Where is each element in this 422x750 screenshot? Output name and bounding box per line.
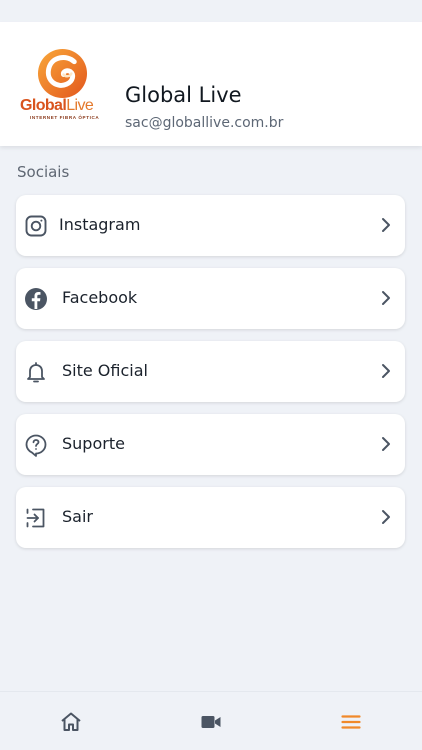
chevron-right-icon xyxy=(382,510,390,524)
logo-wordmark: GlobalLive xyxy=(20,97,94,115)
chevron-right-icon xyxy=(382,437,390,451)
logo-brand-bold: Global xyxy=(20,97,67,114)
menu-item-label: Facebook xyxy=(62,288,138,307)
bell-icon xyxy=(27,362,45,383)
facebook-icon xyxy=(25,288,47,310)
video-camera-icon[interactable] xyxy=(199,710,223,734)
menu-item-label: Site Oficial xyxy=(62,361,148,380)
instagram-icon xyxy=(25,215,47,237)
home-icon[interactable] xyxy=(59,710,83,734)
menu-item-instagram[interactable]: Instagram xyxy=(16,195,405,256)
profile-name: Global Live xyxy=(125,83,242,107)
menu-item-facebook[interactable]: Facebook xyxy=(16,268,405,329)
bottom-nav xyxy=(0,691,422,750)
logo-tagline: INTERNET FIBRA ÓPTICA xyxy=(30,115,100,120)
menu-item-site-oficial[interactable]: Site Oficial xyxy=(16,341,405,402)
menu-item-label: Suporte xyxy=(62,434,125,453)
help-bubble-icon xyxy=(25,434,47,457)
logout-icon xyxy=(26,508,45,528)
chevron-right-icon xyxy=(382,291,390,305)
global-live-logo: GlobalLive INTERNET FIBRA ÓPTICA xyxy=(18,47,106,123)
section-title: Sociais xyxy=(17,163,70,181)
logo-brand-light: Live xyxy=(66,97,94,114)
chevron-right-icon xyxy=(382,218,390,232)
menu-item-sair[interactable]: Sair xyxy=(16,487,405,548)
menu-item-suporte[interactable]: Suporte xyxy=(16,414,405,475)
logo-mark-icon xyxy=(37,48,88,99)
menu-item-label: Instagram xyxy=(59,215,141,234)
profile-card: GlobalLive INTERNET FIBRA ÓPTICA Global … xyxy=(0,22,422,146)
menu-item-label: Sair xyxy=(62,507,93,526)
menu-icon[interactable] xyxy=(339,710,363,734)
chevron-right-icon xyxy=(382,364,390,378)
profile-email: sac@globallive.com.br xyxy=(125,115,284,131)
